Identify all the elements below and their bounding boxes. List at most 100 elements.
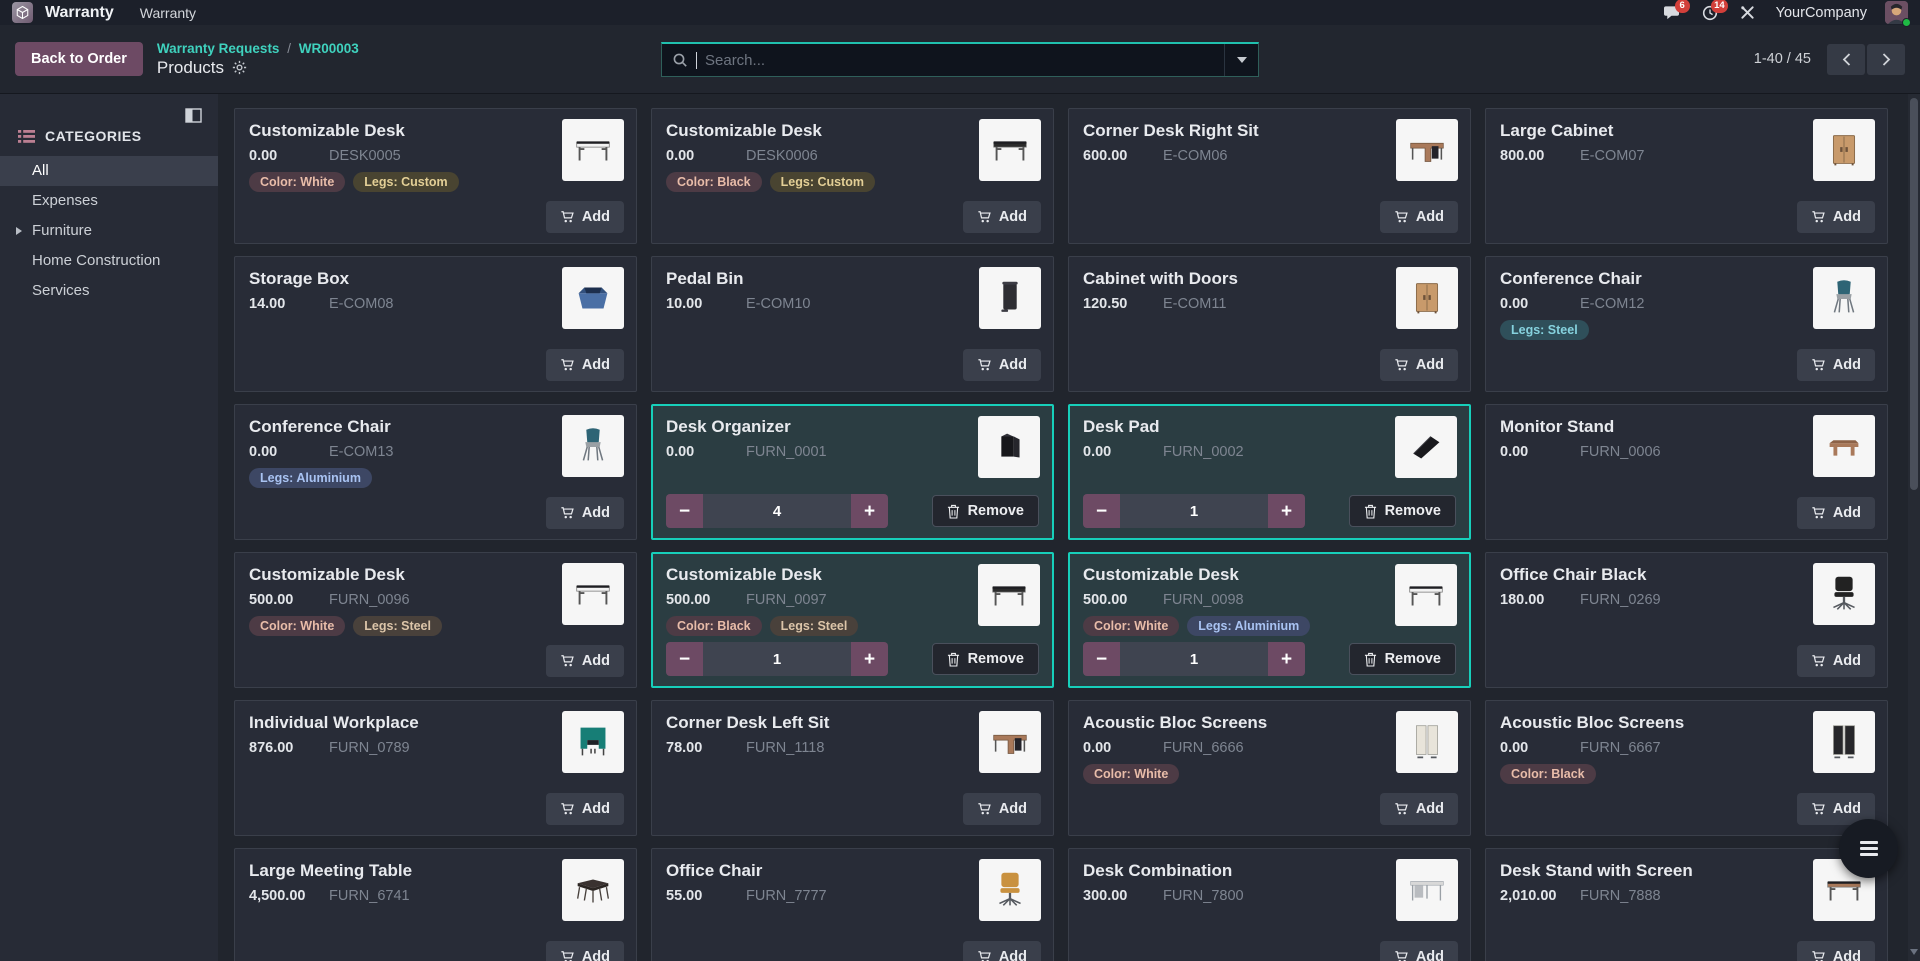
product-thumbnail[interactable] — [979, 711, 1041, 773]
breadcrumb-warranty-requests[interactable]: Warranty Requests — [157, 41, 280, 56]
product-thumbnail[interactable] — [1395, 416, 1457, 478]
add-to-order-button[interactable]: Add — [546, 201, 624, 233]
cart-icon — [560, 950, 575, 961]
quantity-input[interactable] — [1120, 642, 1268, 676]
product-thumbnail[interactable] — [1813, 711, 1875, 773]
add-to-order-button[interactable]: Add — [546, 941, 624, 961]
add-to-order-button[interactable]: Add — [1797, 941, 1875, 961]
product-code: FURN_0006 — [1580, 444, 1661, 460]
add-button-label: Add — [582, 653, 610, 669]
quantity-decrease-button[interactable]: − — [666, 642, 703, 676]
product-thumbnail[interactable] — [1396, 267, 1458, 329]
product-thumbnail[interactable] — [1813, 415, 1875, 477]
add-to-order-button[interactable]: Add — [546, 793, 624, 825]
add-to-order-button[interactable]: Add — [546, 645, 624, 677]
sidebar-item-furniture[interactable]: Furniture — [0, 216, 218, 246]
search-options-toggle[interactable] — [1224, 44, 1258, 76]
add-to-order-button[interactable]: Add — [1797, 497, 1875, 529]
product-thumbnail[interactable] — [1396, 119, 1458, 181]
product-thumbnail[interactable] — [979, 267, 1041, 329]
add-to-order-button[interactable]: Add — [963, 941, 1041, 961]
breadcrumb-separator: / — [283, 41, 295, 56]
sidebar-item-services[interactable]: Services — [0, 276, 218, 306]
product-thumbnail[interactable] — [562, 859, 624, 921]
product-card: Desk Pad 0.00 FURN_0002 −+Remove — [1068, 404, 1471, 540]
add-to-order-button[interactable]: Add — [546, 349, 624, 381]
product-card: Individual Workplace 876.00 FURN_0789 Ad… — [234, 700, 637, 836]
breadcrumb-current[interactable]: WR00003 — [299, 41, 359, 56]
product-thumbnail[interactable] — [1813, 267, 1875, 329]
back-to-order-button[interactable]: Back to Order — [15, 42, 143, 76]
product-thumbnail[interactable] — [979, 859, 1041, 921]
sidebar-item-home-construction[interactable]: Home Construction — [0, 246, 218, 276]
quantity-increase-button[interactable]: + — [851, 642, 888, 676]
nav-menu-warranty[interactable]: Warranty — [140, 5, 196, 21]
quantity-input[interactable] — [1120, 494, 1268, 528]
gear-icon[interactable] — [232, 60, 247, 75]
user-avatar[interactable] — [1885, 1, 1908, 24]
product-thumbnail[interactable] — [979, 119, 1041, 181]
quantity-input[interactable] — [703, 494, 851, 528]
add-to-order-button[interactable]: Add — [1380, 793, 1458, 825]
add-to-order-button[interactable]: Add — [1380, 349, 1458, 381]
product-thumbnail[interactable] — [562, 415, 624, 477]
app-name[interactable]: Warranty — [45, 4, 114, 22]
product-price: 10.00 — [666, 296, 728, 312]
product-thumbnail[interactable] — [1813, 563, 1875, 625]
remove-from-order-button[interactable]: Remove — [932, 495, 1039, 527]
scrollbar-thumb[interactable] — [1910, 98, 1918, 490]
quantity-increase-button[interactable]: + — [851, 494, 888, 528]
add-to-order-button[interactable]: Add — [1797, 201, 1875, 233]
add-to-order-button[interactable]: Add — [1380, 941, 1458, 961]
panel-toggle-icon[interactable] — [185, 108, 202, 128]
add-to-order-button[interactable]: Add — [963, 349, 1041, 381]
pager-next-button[interactable] — [1867, 44, 1905, 75]
product-thumbnail[interactable] — [562, 563, 624, 625]
tools-icon[interactable] — [1738, 4, 1758, 22]
quantity-input[interactable] — [703, 642, 851, 676]
product-code: E-COM06 — [1163, 148, 1227, 164]
app-cube-icon[interactable] — [12, 2, 33, 23]
expand-caret-icon[interactable] — [16, 227, 22, 235]
floating-menu-button[interactable] — [1839, 819, 1898, 878]
product-thumbnail[interactable] — [1396, 859, 1458, 921]
messages-icon[interactable]: 6 — [1662, 4, 1682, 22]
remove-from-order-button[interactable]: Remove — [1349, 643, 1456, 675]
add-to-order-button[interactable]: Add — [1380, 201, 1458, 233]
product-thumbnail[interactable] — [1395, 564, 1457, 626]
sidebar-item-all[interactable]: All — [0, 156, 218, 186]
product-thumbnail[interactable] — [978, 564, 1040, 626]
product-thumbnail[interactable] — [1396, 711, 1458, 773]
pager: 1-40 / 45 — [1754, 44, 1905, 75]
quantity-increase-button[interactable]: + — [1268, 494, 1305, 528]
add-to-order-button[interactable]: Add — [546, 497, 624, 529]
company-switcher[interactable]: YourCompany — [1776, 5, 1867, 21]
remove-from-order-button[interactable]: Remove — [1349, 495, 1456, 527]
search-bar — [661, 42, 1259, 77]
activities-icon[interactable]: 14 — [1700, 4, 1720, 22]
search-input[interactable] — [705, 52, 1214, 69]
add-to-order-button[interactable]: Add — [963, 201, 1041, 233]
scrollbar-down-arrow[interactable] — [1910, 949, 1918, 955]
add-to-order-button[interactable]: Add — [963, 793, 1041, 825]
cart-icon — [560, 506, 575, 520]
product-thumbnail[interactable] — [562, 711, 624, 773]
sidebar-item-label: Expenses — [32, 192, 98, 209]
product-thumbnail[interactable] — [562, 267, 624, 329]
quantity-decrease-button[interactable]: − — [1083, 494, 1120, 528]
product-thumbnail[interactable] — [562, 119, 624, 181]
pager-previous-button[interactable] — [1827, 44, 1865, 75]
quantity-decrease-button[interactable]: − — [666, 494, 703, 528]
add-to-order-button[interactable]: Add — [1797, 349, 1875, 381]
add-button-label: Add — [999, 357, 1027, 373]
sidebar-item-expenses[interactable]: Expenses — [0, 186, 218, 216]
quantity-decrease-button[interactable]: − — [1083, 642, 1120, 676]
remove-from-order-button[interactable]: Remove — [932, 643, 1039, 675]
product-thumbnail[interactable] — [1813, 119, 1875, 181]
add-to-order-button[interactable]: Add — [1797, 645, 1875, 677]
vertical-scrollbar[interactable] — [1908, 94, 1920, 961]
quantity-increase-button[interactable]: + — [1268, 642, 1305, 676]
product-price: 0.00 — [1500, 296, 1562, 312]
chevron-left-icon — [1842, 53, 1851, 66]
product-thumbnail[interactable] — [978, 416, 1040, 478]
